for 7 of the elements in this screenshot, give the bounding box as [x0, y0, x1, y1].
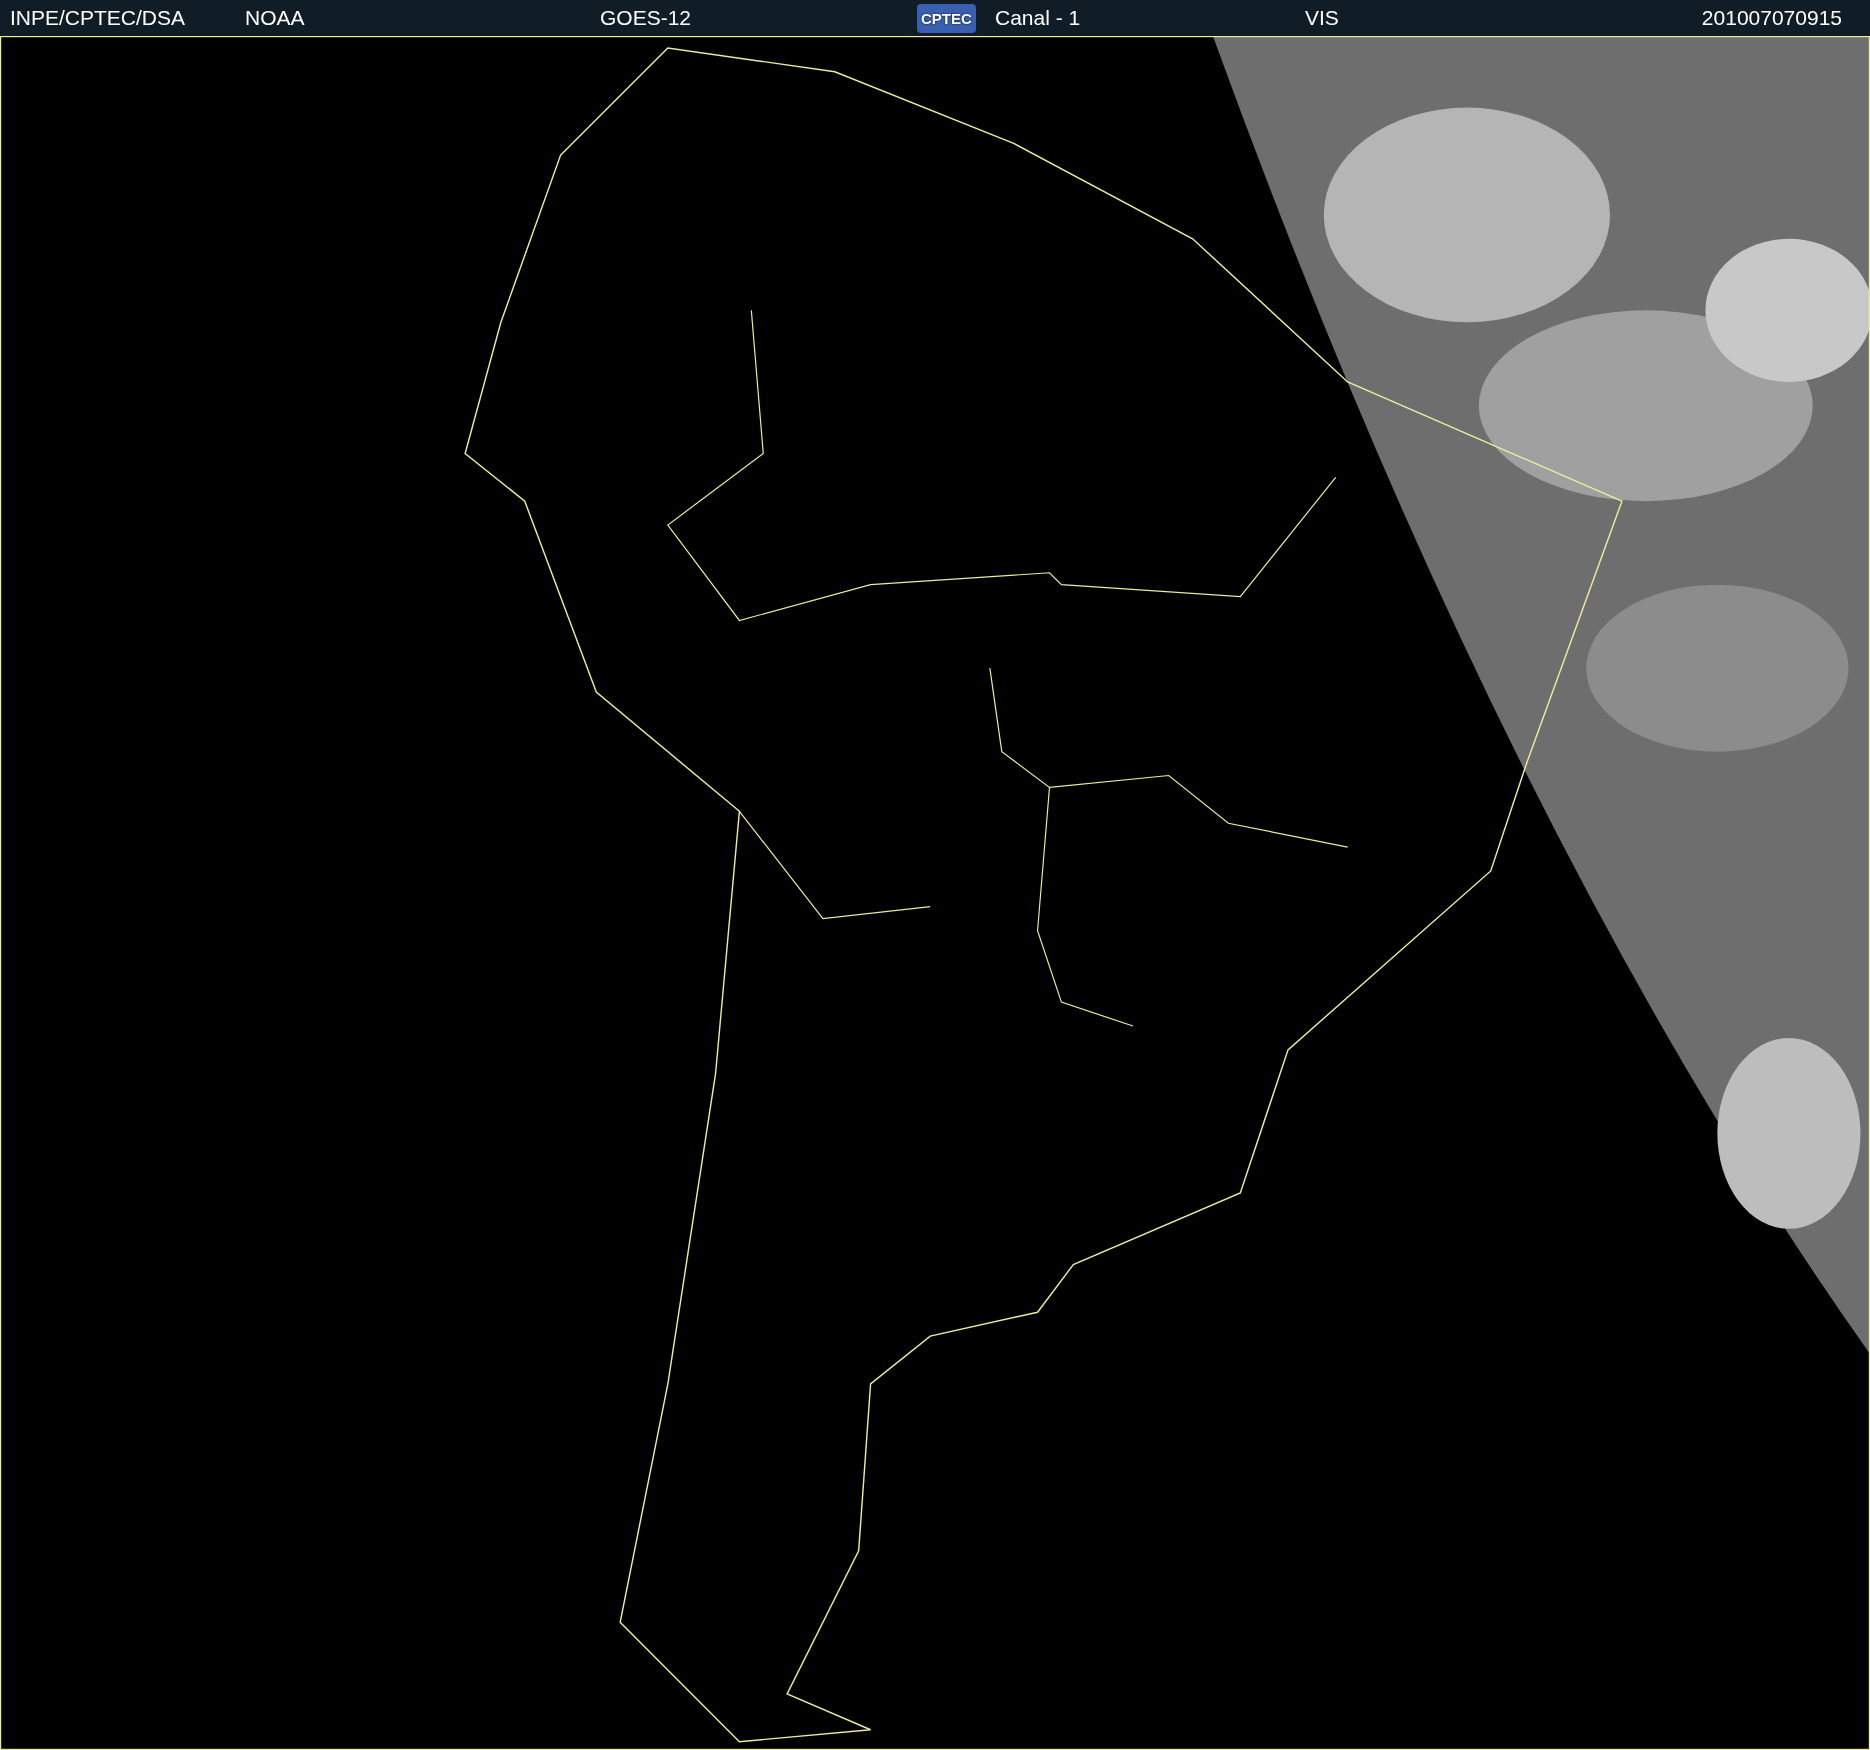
header-label: Canal - 1	[995, 6, 1081, 30]
logo: CPTEC	[917, 3, 976, 33]
header-label: VIS	[1305, 6, 1339, 30]
header-label: NOAA	[245, 6, 305, 30]
header-label: INPE/CPTEC/DSA	[10, 6, 186, 30]
header-label: GOES-12	[600, 6, 692, 30]
header-label: 201007070915	[1701, 6, 1843, 30]
